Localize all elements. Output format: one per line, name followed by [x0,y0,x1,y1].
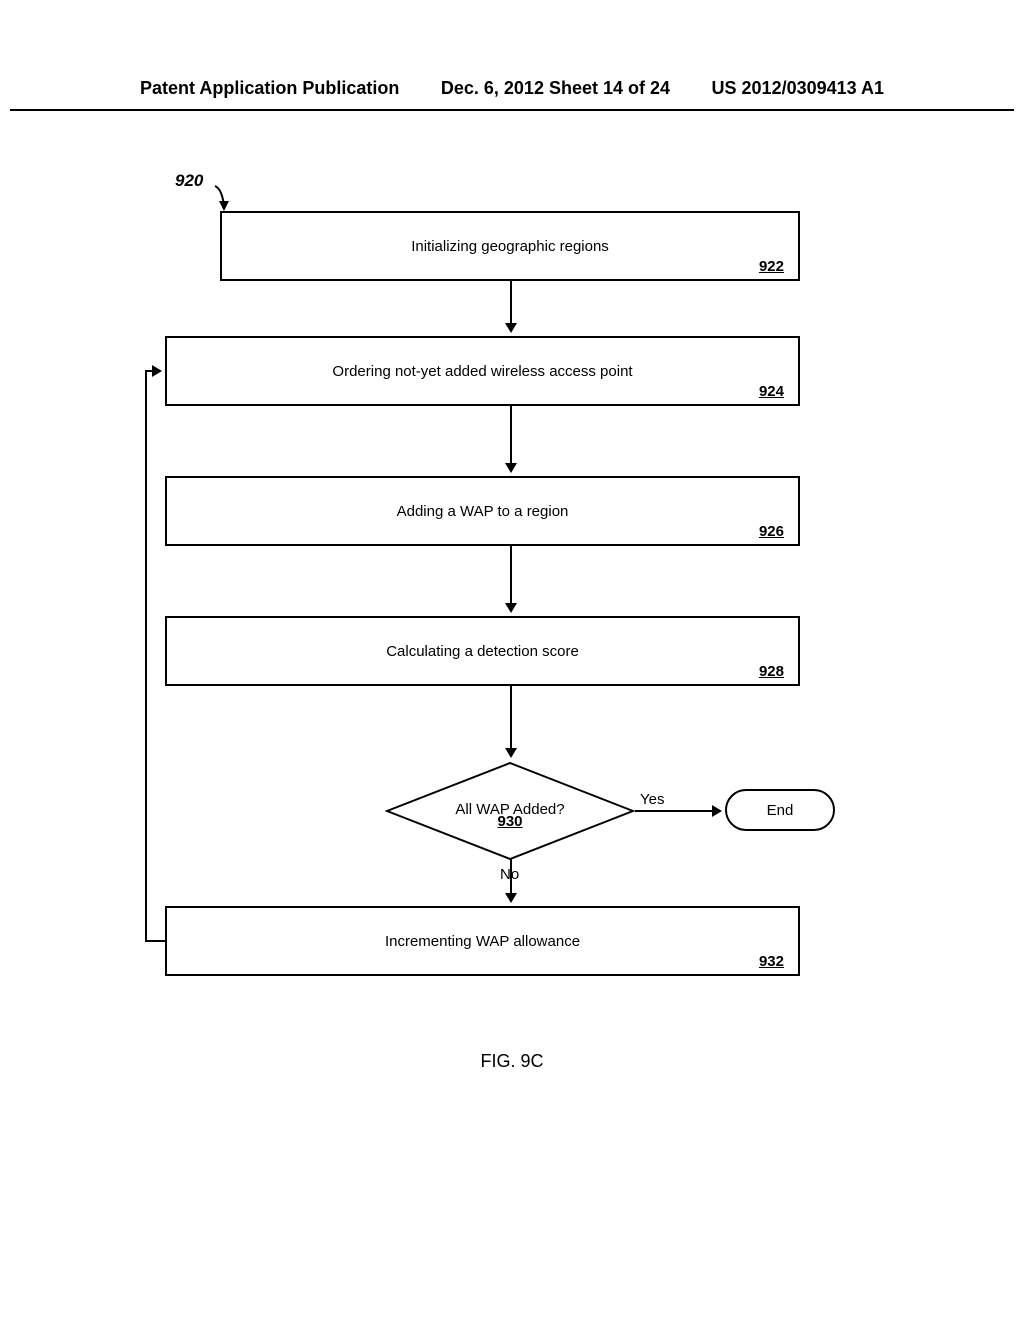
box-926-ref: 926 [759,523,784,540]
arrow-928-930 [510,686,512,756]
arrow-yes [685,810,720,812]
box-924-text: Ordering not-yet added wireless access p… [332,363,632,380]
label-yes: Yes [640,791,664,808]
header-center: Dec. 6, 2012 Sheet 14 of 24 [441,78,670,99]
arrow-926-928 [510,546,512,611]
figure-caption: FIG. 9C [480,1051,543,1072]
box-924-ref: 924 [759,383,784,400]
box-932-ref: 932 [759,953,784,970]
loop-arrow-top [145,370,160,372]
terminator-end-text: End [767,802,794,819]
box-926: Adding a WAP to a region 926 [165,476,800,546]
box-932: Incrementing WAP allowance 932 [165,906,800,976]
box-928-text: Calculating a detection score [386,643,579,660]
line-yes [635,810,685,812]
header-right: US 2012/0309413 A1 [712,78,884,99]
box-928: Calculating a detection score 928 [165,616,800,686]
box-922-ref: 922 [759,258,784,275]
arrow-924-926 [510,406,512,471]
decision-930-ref: 930 [497,813,522,830]
arrow-no [510,859,512,901]
loop-h-bottom [145,940,165,942]
arrow-922-924 [510,281,512,331]
decision-930: All WAP Added? 930 [385,761,635,861]
box-926-text: Adding a WAP to a region [397,503,569,520]
header-left: Patent Application Publication [140,78,399,99]
box-924: Ordering not-yet added wireless access p… [165,336,800,406]
box-932-text: Incrementing WAP allowance [385,933,580,950]
box-922-text: Initializing geographic regions [411,238,609,255]
terminator-end: End [725,789,835,831]
box-922: Initializing geographic regions 922 [220,211,800,281]
loop-v [145,370,147,942]
diagram-ref-920: 920 [175,171,203,191]
box-928-ref: 928 [759,663,784,680]
